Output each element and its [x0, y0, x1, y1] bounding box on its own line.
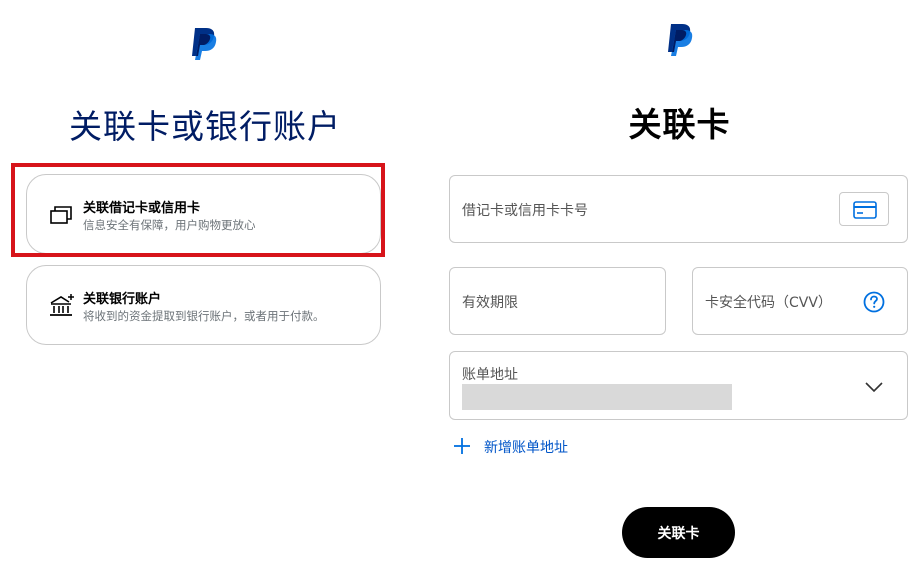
screen: 关联卡或银行账户 关联借记卡或信用卡 信息安全有保障，用户购物更放心 关联银行账…: [0, 0, 919, 575]
page-title: 关联卡: [628, 105, 731, 144]
link-card-panel: 关联卡 借记卡或信用卡卡号 有效期限 卡安全代码（CVV） 账单地址 新增账单地…: [440, 0, 919, 575]
card-number-label: 借记卡或信用卡卡号: [462, 203, 588, 219]
billing-address-value-redacted: [462, 384, 732, 410]
add-billing-address-label: 新增账单地址: [484, 440, 568, 456]
link-card-button[interactable]: 关联卡: [622, 507, 735, 558]
cvv-label: 卡安全代码（CVV）: [705, 295, 832, 311]
paypal-logo: [189, 26, 219, 62]
expiry-label: 有效期限: [462, 295, 518, 311]
link-options-panel: 关联卡或银行账户 关联借记卡或信用卡 信息安全有保障，用户购物更放心 关联银行账…: [0, 0, 410, 575]
paypal-logo: [665, 22, 695, 58]
link-bank-option[interactable]: 关联银行账户 将收到的资金提取到银行账户，或者用于付款。: [26, 265, 381, 345]
card-number-field[interactable]: 借记卡或信用卡卡号: [449, 175, 908, 243]
page-title: 关联卡或银行账户: [69, 107, 341, 146]
billing-address-select[interactable]: 账单地址: [449, 351, 908, 420]
plus-icon: [454, 438, 470, 454]
expiry-field[interactable]: 有效期限: [449, 267, 666, 335]
option-description: 将收到的资金提取到银行账户，或者用于付款。: [83, 309, 325, 323]
cvv-field[interactable]: 卡安全代码（CVV）: [692, 267, 908, 335]
option-title: 关联银行账户: [83, 292, 162, 307]
billing-address-label: 账单地址: [462, 367, 518, 383]
question-circle-icon[interactable]: [863, 291, 885, 313]
highlight-box: [11, 163, 385, 257]
bank-add-icon: [49, 294, 75, 318]
credit-card-icon: [853, 201, 877, 219]
chevron-down-icon: [865, 378, 883, 393]
card-scan-button[interactable]: [839, 192, 889, 226]
